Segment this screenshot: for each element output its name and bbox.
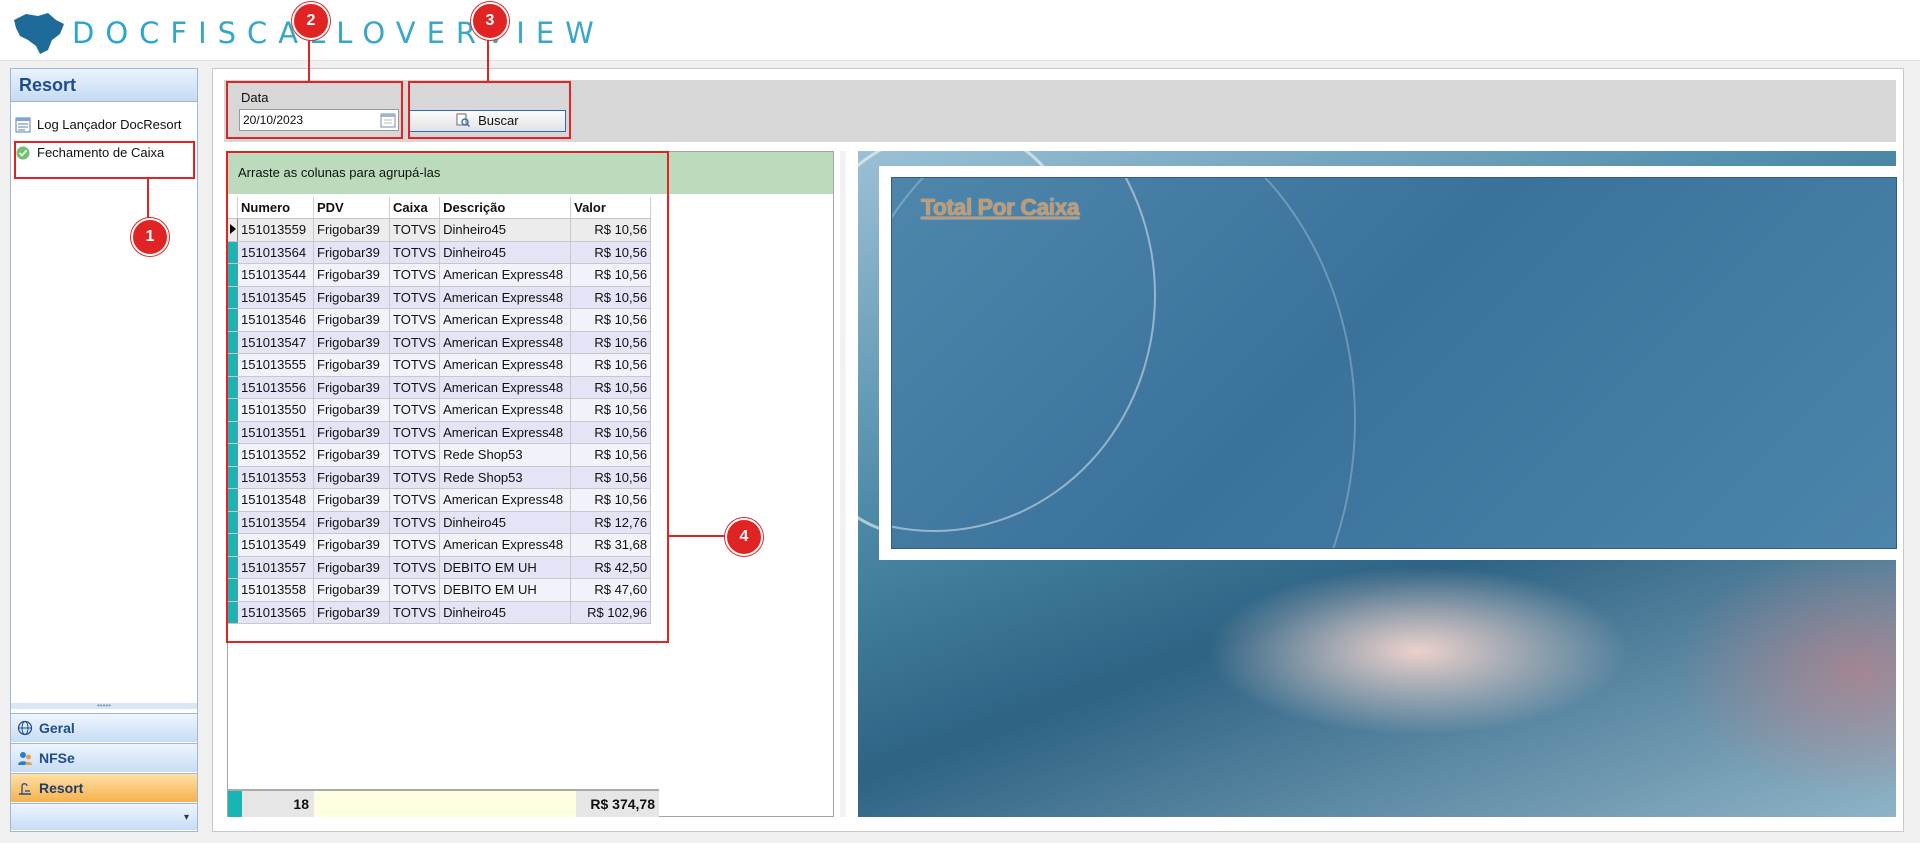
annotation-badge-3: 3 (471, 2, 509, 40)
nav-resort-label: Resort (39, 780, 84, 796)
sidebar-item-label: Log Lançador DocResort (37, 117, 182, 132)
sidebar: Resort Log Lançador DocResort Fechamento… (10, 68, 198, 832)
nav-overflow-button[interactable]: ▾ (11, 803, 197, 830)
summary-count: 18 (242, 791, 314, 817)
nav-geral-label: Geral (39, 720, 75, 736)
sidebar-title: Resort (11, 69, 197, 102)
summary-total: R$ 374,78 (576, 791, 659, 817)
chart-title: Total Por Caixa (921, 194, 1080, 220)
sidebar-splitter[interactable]: ••••• (11, 702, 197, 710)
vertical-splitter[interactable] (840, 151, 846, 817)
resort-icon (19, 783, 31, 795)
annotation-badge-1: 1 (131, 218, 169, 256)
annotation-line-4 (669, 535, 726, 537)
annotation-box-2 (226, 81, 403, 139)
chevron-down-icon: ▾ (183, 812, 189, 823)
nav-resort-button[interactable]: Resort (11, 773, 197, 802)
chart-decoration-arc (892, 178, 1356, 548)
annotation-badge-2: 2 (292, 2, 330, 40)
annotation-line-3 (487, 35, 489, 82)
grid-summary-row: 18 R$ 374,78 (228, 789, 659, 817)
summary-indicator (228, 791, 242, 817)
annotation-line-2 (308, 35, 310, 82)
nav-nfse-button[interactable]: NFSe (11, 743, 197, 772)
annotation-box-1 (14, 141, 195, 179)
summary-spacer (314, 791, 576, 817)
nav-geral-button[interactable]: Geral (11, 713, 197, 742)
annotation-line-1 (147, 179, 149, 222)
annotation-box-4 (226, 151, 669, 643)
chart-area (891, 177, 1897, 549)
annotation-badge-4: 4 (725, 518, 763, 556)
globe-icon (17, 720, 33, 736)
log-list-icon (15, 117, 31, 133)
annotation-box-3 (408, 81, 571, 139)
users-icon (18, 752, 32, 765)
nav-nfse-label: NFSe (39, 750, 75, 766)
app-header: DOCFISCALLOVERVIEW (0, 0, 1920, 61)
sidebar-item-log-lancador[interactable]: Log Lançador DocResort (15, 113, 182, 137)
brazil-map-logo-icon (14, 13, 64, 54)
app-logo-text: DOCFISCALLOVERVIEW (72, 16, 594, 50)
